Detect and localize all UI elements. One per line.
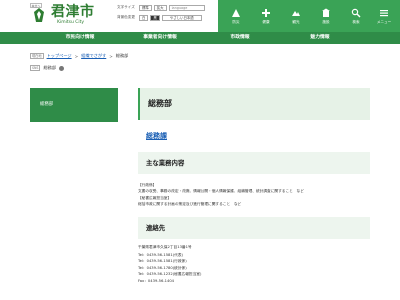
division-link-general-affairs[interactable]: 総務課	[146, 131, 167, 141]
city-emblem-icon	[34, 8, 44, 22]
contact-fax: Fax：0439-56-1404	[138, 278, 175, 283]
page-title: 総務部	[138, 88, 370, 120]
font-large-button[interactable]: 拡大	[153, 4, 167, 11]
quick-link-health[interactable]: 健康	[251, 3, 281, 29]
nav-item-attractions[interactable]: 魅力情報	[280, 32, 360, 44]
contact-heading: 連絡先	[138, 216, 370, 239]
quick-link-menu[interactable]: メニュー	[369, 3, 399, 29]
sns-page-name: 総務部	[43, 65, 57, 70]
language-select[interactable]: language	[168, 4, 205, 11]
quick-link-label: 施設	[322, 20, 330, 24]
quick-link-facility[interactable]: 施設	[311, 3, 341, 29]
nav-item-businesses[interactable]: 事業者向け情報	[120, 32, 200, 44]
quick-link-label: メニュー	[376, 20, 392, 24]
site-logo-title[interactable]: 君津市	[51, 4, 95, 20]
menu-icon	[380, 10, 388, 17]
contact-info: 千葉県君津市久保2丁目13番1号 Tel：0439-56-1581(代表) Te…	[138, 244, 370, 284]
easy-japanese-button[interactable]: やさしい日本語	[161, 14, 202, 21]
quick-link-label: 検索	[352, 20, 360, 24]
side-menu: 総務部	[30, 88, 118, 122]
quick-link-label: 健康	[262, 20, 270, 24]
breadcrumb-separator: >	[74, 53, 79, 59]
main-content: 総務部 総務課 主な業務内容 【行政係】 文書の収受、事務の改定・改廃、情報公開…	[138, 88, 370, 284]
breadcrumb-separator: >	[109, 53, 113, 59]
sns-share-row: SNS 総務部	[30, 63, 65, 73]
breadcrumb-home-link[interactable]: トップページ	[47, 53, 72, 59]
site-logo-subtitle: Kimitsu City	[57, 20, 85, 25]
font-size-label: 文字サイズ	[117, 5, 135, 9]
side-menu-title[interactable]: 総務部	[40, 101, 53, 107]
site-header: 本文へ 君津市 Kimitsu City 文字サイズ 標準 拡大 languag…	[0, 0, 400, 32]
bg-color-label: 背景色変更	[117, 15, 135, 19]
quick-link-disaster[interactable]: 防災	[221, 3, 251, 29]
quick-link-search[interactable]: 検索	[341, 3, 371, 29]
breadcrumb-parent-link[interactable]: 組織でさがす	[81, 53, 106, 59]
quick-link-sightseeing[interactable]: 観光	[281, 3, 311, 29]
font-size-controls: 文字サイズ 標準 拡大 language	[117, 4, 205, 11]
quick-link-label: 防災	[232, 20, 240, 24]
duties-heading: 主な業務内容	[138, 152, 370, 174]
bg-black-button[interactable]: 黒	[150, 14, 160, 21]
breadcrumb-tag: 現在地	[30, 53, 44, 59]
disaster-icon	[232, 9, 240, 17]
duties-text: 【行政係】 文書の収受、事務の改定・改廃、情報公開・個人情報保護、組織管理、統計…	[138, 182, 370, 208]
division-link-row: 総務課	[138, 129, 370, 143]
duties-line: 総括市政に関する計画の策定及び進行管理に関すること など	[138, 202, 242, 207]
facility-icon	[322, 8, 330, 17]
breadcrumb: 現在地 トップページ > 組織でさがす > 総務部	[30, 51, 128, 61]
background-color-controls: 背景色変更 白 黒 やさしい日本語	[117, 14, 202, 21]
sns-tag: SNS	[30, 65, 41, 71]
breadcrumb-current: 総務部	[115, 53, 129, 58]
nav-item-residents[interactable]: 市民向け情報	[40, 32, 120, 44]
search-icon	[351, 8, 361, 18]
bg-white-button[interactable]: 白	[139, 14, 149, 21]
quick-link-label: 観光	[292, 20, 300, 24]
font-standard-button[interactable]: 標準	[139, 4, 152, 11]
sightseeing-icon	[292, 11, 300, 16]
nav-item-city-admin[interactable]: 市政情報	[200, 32, 280, 44]
global-nav: 市民向け情報 事業者向け情報 市政情報 魅力情報	[0, 32, 400, 44]
health-icon	[262, 9, 270, 17]
share-icon[interactable]	[59, 65, 65, 71]
